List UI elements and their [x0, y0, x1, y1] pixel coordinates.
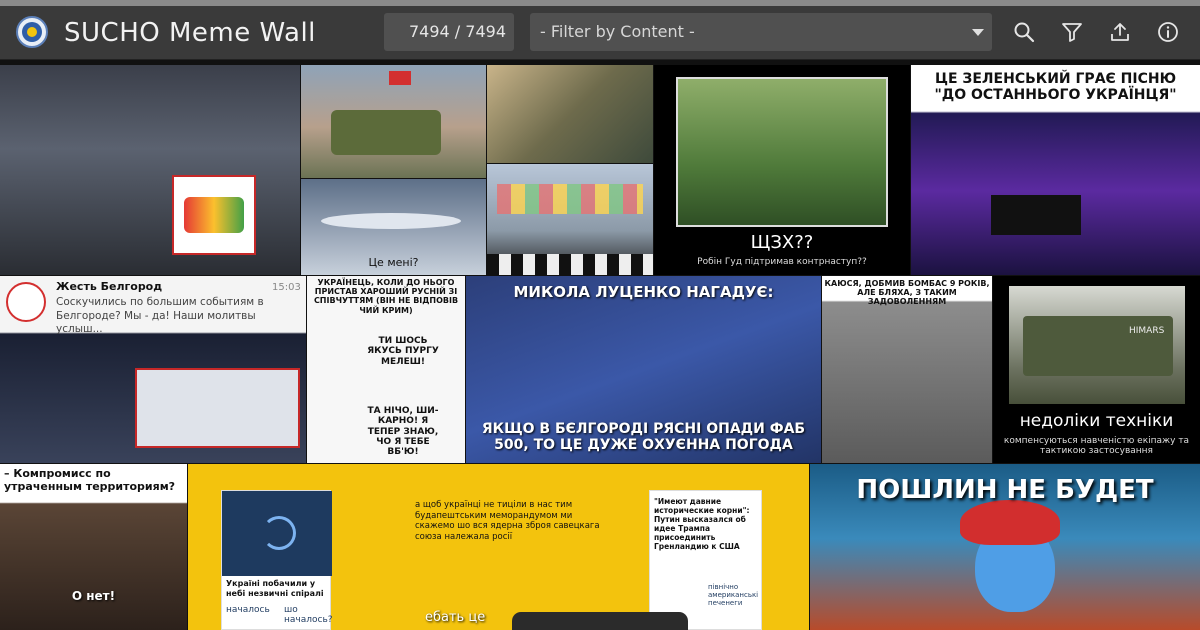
- truck-shape: [1023, 316, 1173, 376]
- post-time: 15:03: [272, 282, 301, 293]
- tile-caption: ЩЗХ??: [750, 232, 814, 253]
- meme-tile-robin-hood[interactable]: ЩЗХ?? Робін Гуд підтримав контрнаступ??: [654, 65, 910, 275]
- spiral-icon: [262, 516, 296, 550]
- meme-tile-himars[interactable]: HIMARS недоліки техніки компенсуються на…: [993, 276, 1200, 463]
- meme-tile-drone[interactable]: Це мені?: [301, 179, 486, 275]
- news-card-title: а щоб українці не тиціли в нас тим будап…: [415, 500, 600, 542]
- info-icon[interactable]: [1156, 20, 1180, 44]
- meme-tile-game-screen[interactable]: [487, 164, 653, 275]
- tile-subcaption: Робін Гуд підтримав контрнаступ??: [697, 257, 867, 267]
- upload-icon[interactable]: [1108, 20, 1132, 44]
- meme-tile-belgorod-post[interactable]: Жесть Белгород 15:03 Соскучились по боль…: [0, 276, 306, 463]
- candy-inset-image: [172, 175, 256, 255]
- channel-avatar: [6, 282, 46, 322]
- tile-caption: УКРАЇНЕЦЬ, КОЛИ ДО НЬОГО ПРИСТАВ ХАРОШИЙ…: [313, 278, 459, 315]
- tile-caption: недоліки техніки: [1019, 411, 1174, 431]
- tile-subcaption: ЯКЩО В БЄЛГОРОДІ РЯСНІ ОПАДИ ФАБ 500, ТО…: [481, 421, 806, 454]
- meme-tile-tank[interactable]: [301, 65, 486, 178]
- poster-frame: [676, 77, 888, 227]
- content-filter-label: - Filter by Content -: [540, 22, 695, 41]
- tile-caption: ПОШЛИН НЕ БУДЕТ: [856, 475, 1154, 505]
- meme-tile-piano-show[interactable]: ЦЕ ЗЕЛЕНСЬКИЙ ГРАЄ ПІСНЮ "ДО ОСТАННЬОГО …: [911, 65, 1200, 275]
- caret-down-icon: [972, 29, 984, 36]
- content-filter-select[interactable]: - Filter by Content -: [530, 13, 992, 51]
- bomb-inset: [135, 368, 300, 448]
- checkered-floor: [487, 254, 653, 275]
- tile-caption: Це мені?: [368, 256, 419, 269]
- santa-hat: [960, 500, 1060, 545]
- search-icon[interactable]: [1012, 20, 1036, 44]
- meme-tile-zelensky-smoke[interactable]: КАЮСЯ, ДОБМИВ БОМБАС 9 РОКІВ, АЛЕ БЛЯХА,…: [822, 276, 992, 463]
- post-text: Соскучились по большим событиям в Белгор…: [56, 296, 264, 336]
- news-card-memorandum: а щоб українці не тиціли в нас тим будап…: [415, 500, 605, 630]
- speech-bubble-2: ТА НІЧО, ШИ-КАРНО! Я ТЕПЕР ЗНАЮ, ЧО Я ТЕ…: [367, 406, 439, 458]
- tile-caption: МИКОЛА ЛУЦЕНКО НАГАДУЄ:: [513, 283, 774, 301]
- tile-subcaption: О нет!: [71, 589, 116, 603]
- meme-tile-smurf[interactable]: ПОШЛИН НЕ БУДЕТ: [810, 464, 1200, 630]
- game-items-row: [497, 184, 643, 214]
- news-card-title: Україні побачили у небі незвичні спіралі: [226, 579, 324, 598]
- tile-subcaption: компенсуються навченістю екіпажу та такт…: [1003, 436, 1190, 457]
- vehicle-label: HIMARS: [1129, 326, 1165, 336]
- meme-tile-comic[interactable]: УКРАЇНЕЦЬ, КОЛИ ДО НЬОГО ПРИСТАВ ХАРОШИЙ…: [307, 276, 465, 463]
- meme-tile-clarkson[interactable]: – Компромисс по утраченным территориям? …: [0, 464, 187, 630]
- tile-caption: КАЮСЯ, ДОБМИВ БОМБАС 9 РОКІВ, АЛЕ БЛЯХА,…: [824, 279, 990, 307]
- meme-tile-news-collage[interactable]: Україні побачили у небі незвичні спіралі…: [188, 464, 809, 630]
- site-title[interactable]: SUCHO Meme Wall: [64, 14, 316, 52]
- meme-tile-officers[interactable]: [487, 65, 653, 163]
- news-card-reply: началось: [226, 605, 270, 615]
- news-card-greenland: "Имеют давние исторические корни": Путин…: [649, 490, 762, 630]
- meme-wall: Це мені? ЩЗХ?? Робін Гуд підтримав контр…: [0, 65, 1200, 630]
- news-card-title: "Имеют давние исторические корни": Путин…: [654, 497, 750, 551]
- tile-caption: ЦЕ ЗЕЛЕНСЬКИЙ ГРАЄ ПІСНЮ "ДО ОСТАННЬОГО …: [934, 71, 1177, 104]
- tile-caption: – Компромисс по утраченным территориям?: [4, 467, 176, 493]
- speech-bubble-1: ТИ ШОСЬ ЯКУСЬ ПУРГУ МЕЛЕШ!: [367, 336, 439, 367]
- poster-frame: HIMARS: [1009, 286, 1185, 404]
- meme-tile-parade[interactable]: [0, 65, 300, 275]
- piano-shape: [991, 195, 1081, 235]
- drone-shape: [321, 213, 461, 229]
- channel-name: Жесть Белгород: [56, 280, 163, 293]
- top-navbar: SUCHO Meme Wall 7494 / 7494 - Filter by …: [0, 6, 1200, 60]
- filter-icon[interactable]: [1060, 20, 1084, 44]
- tank-shape: [331, 110, 441, 155]
- meme-counter: 7494 / 7494: [384, 13, 514, 51]
- meme-tile-lutsenko[interactable]: МИКОЛА ЛУЦЕНКО НАГАДУЄ: ЯКЩО В БЄЛГОРОДІ…: [466, 276, 821, 463]
- news-card-reply: ебать це: [425, 610, 486, 625]
- news-card-spirals: Україні побачили у небі незвичні спіралі…: [221, 490, 333, 630]
- sucho-logo-icon[interactable]: [16, 16, 48, 48]
- news-card-reply-2: шо началось?: [284, 605, 333, 625]
- news-card-reply: північно американські печенеги: [708, 583, 759, 607]
- red-flag-shape: [389, 71, 411, 85]
- bottom-toolbar-overlay[interactable]: [512, 612, 688, 630]
